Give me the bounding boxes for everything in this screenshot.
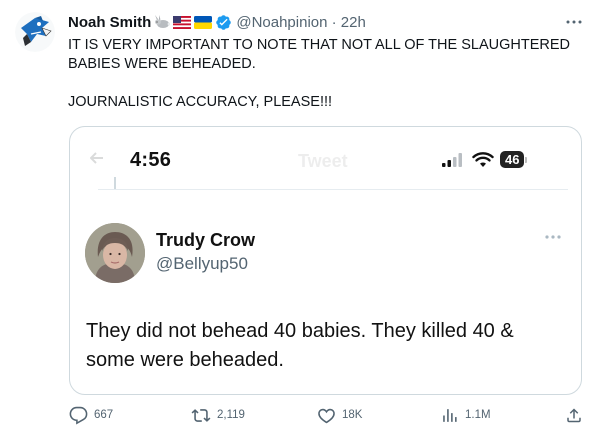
phone-screenshot: Tweet 4:56 46 Trudy Crow @Bellyup50 They… [70, 127, 581, 394]
analytics-icon [443, 408, 457, 422]
battery-tip [525, 156, 528, 163]
ghost-title: Tweet [298, 151, 348, 171]
retweet-count: 2,119 [217, 409, 245, 421]
quoted-author-handle: @Bellyup50 [156, 254, 248, 273]
tweet-text: IT IS VERY IMPORTANT TO NOTE THAT NOT AL… [68, 36, 578, 112]
back-arrow-icon [90, 152, 103, 164]
battery-indicator: 46 [500, 151, 525, 168]
author-handle-time[interactable]: @Noahpinion · 22h [236, 14, 365, 31]
quoted-author-avatar [85, 223, 145, 283]
reply-icon [69, 406, 88, 424]
attached-image[interactable]: Tweet 4:56 46 Trudy Crow @Bellyup50 They… [69, 126, 582, 395]
quoted-more-icon [545, 235, 561, 239]
wifi-icon [472, 151, 494, 167]
share-button[interactable] [565, 404, 583, 426]
reply-button[interactable]: 667 [69, 404, 113, 426]
thread-line [114, 177, 116, 189]
status-time: 4:56 [130, 149, 172, 171]
verified-badge-icon[interactable] [215, 14, 232, 31]
like-button[interactable]: 18K [317, 404, 362, 426]
more-options-icon[interactable] [563, 12, 585, 32]
us-flag-emoji [173, 15, 192, 29]
blue-jay-logo-icon [15, 12, 55, 52]
tweet-text-line-2: JOURNALISTIC ACCURACY, PLEASE!!! [68, 94, 333, 110]
quoted-tweet-text: They did not behead 40 babies. They kill… [86, 320, 514, 371]
retweet-button[interactable]: 2,119 [191, 404, 245, 426]
screenshot-divider [98, 189, 568, 190]
reply-count: 667 [94, 409, 114, 421]
retweet-icon [191, 408, 211, 422]
status-bar-icons: 46 [442, 151, 528, 168]
rabbit-emoji [154, 15, 171, 29]
author-avatar[interactable] [15, 12, 55, 52]
like-count: 18K [342, 409, 363, 421]
tweet-text-line-1: IT IS VERY IMPORTANT TO NOTE THAT NOT AL… [68, 37, 570, 72]
views-button[interactable]: 1.1M [440, 404, 491, 426]
signal-icon [442, 152, 462, 167]
author-name[interactable]: Noah Smith [68, 14, 151, 31]
quoted-author-name: Trudy Crow [156, 230, 256, 250]
tweet-header: Noah Smith @Noahpinion · 22h [68, 13, 366, 31]
ukraine-flag-emoji [194, 15, 213, 29]
action-bar: 667 2,119 18K 1.1M [0, 404, 598, 426]
share-icon [567, 407, 581, 422]
view-count: 1.1M [465, 409, 491, 421]
heart-icon [318, 408, 335, 423]
